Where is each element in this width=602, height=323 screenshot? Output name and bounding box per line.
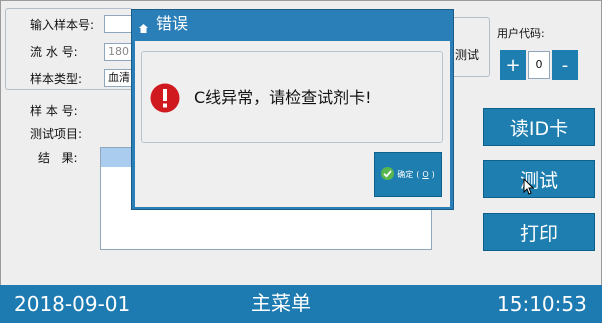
serial-input[interactable]: 180 [104, 43, 132, 61]
status-date: 2018-09-01 [14, 292, 131, 316]
user-code-minus-button[interactable]: - [552, 50, 578, 80]
status-bar: 2018-09-01 主菜单 15:10:53 [0, 285, 602, 323]
test-button[interactable]: 测试 [483, 160, 595, 198]
sample-no-label: 样 本 号: [30, 104, 78, 118]
ok-label: 确定 [397, 170, 414, 179]
test-mode-label: 测试 [455, 48, 480, 62]
dialog-title: 错误 [156, 14, 189, 33]
dialog-body: C线异常，请检查试剂卡! 确定(O) [135, 41, 450, 207]
test-item-label: 测试项目: [30, 127, 83, 141]
sample-type-select[interactable]: 血清 [104, 69, 132, 87]
result-list-header [101, 148, 131, 167]
check-icon [381, 167, 395, 182]
test-mode-group [448, 17, 490, 77]
cursor-icon [523, 177, 535, 199]
user-code-input[interactable]: 0 [528, 51, 550, 79]
error-icon [150, 83, 180, 117]
status-time: 15:10:53 [497, 292, 587, 316]
dialog-title-bar[interactable]: 错误 [132, 10, 453, 40]
message-box: C线异常，请检查试剂卡! [141, 51, 443, 143]
ok-hotkey-open: ( [416, 170, 420, 179]
title-bar-icon [139, 18, 148, 37]
print-button[interactable]: 打印 [483, 213, 595, 251]
user-code-plus-button[interactable]: + [500, 50, 526, 80]
read-id-card-button[interactable]: 读ID卡 [483, 108, 595, 146]
result-label: 结 果: [38, 151, 78, 165]
ok-hotkey-close: ) [431, 170, 435, 179]
error-dialog: 错误 C线异常，请检查试剂卡! 确定(O) [131, 9, 454, 210]
sample-number-input[interactable] [104, 15, 132, 33]
sample-input-label: 输入样本号: [30, 18, 95, 32]
user-code-label: 用户代码: [497, 27, 545, 40]
main-menu-button[interactable]: 主菜单 [251, 292, 311, 314]
error-message: C线异常，请检查试剂卡! [194, 88, 372, 107]
sample-type-label: 样本类型: [30, 72, 83, 86]
serial-label: 流 水 号: [30, 45, 78, 59]
ok-button[interactable]: 确定(O) [374, 152, 442, 197]
ok-hotkey: O [422, 170, 429, 179]
